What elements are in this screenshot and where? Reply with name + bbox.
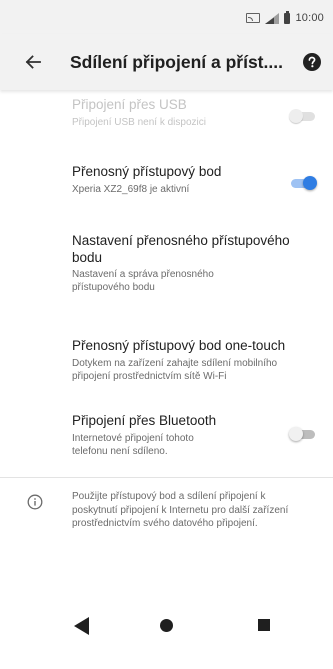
bluetooth-tethering-toggle[interactable] xyxy=(289,427,317,441)
back-button[interactable] xyxy=(10,34,56,90)
usb-tethering-toggle xyxy=(289,109,317,123)
arrow-back-icon xyxy=(25,55,41,69)
setting-hotspot-configuration[interactable]: Nastavení přenosného přístupového bodu N… xyxy=(0,224,333,304)
setting-subtitle: Internetové připojení tohoto telefonu ne… xyxy=(72,433,194,457)
cast-icon xyxy=(246,13,261,23)
setting-subtitle: Xperia XZ2_69f8 je aktivní xyxy=(72,184,190,195)
setting-portable-hotspot[interactable]: Přenosný přístupový bod Xperia XZ2_69f8 … xyxy=(0,152,333,212)
help-icon xyxy=(303,53,321,71)
setting-subtitle: Nastavení a správa přenosného přístupové… xyxy=(72,269,214,293)
home-circle-icon[interactable] xyxy=(160,619,173,632)
back-triangle-icon[interactable] xyxy=(74,617,90,635)
setting-usb-tethering: Připojení přes USB Připojení USB není k … xyxy=(0,92,333,150)
info-icon xyxy=(27,494,43,510)
setting-title: Přenosný přístupový bod xyxy=(72,164,222,179)
app-bar: Sdílení připojení a příst.... xyxy=(0,34,333,90)
setting-bluetooth-tethering[interactable]: Připojení přes Bluetooth Internetové při… xyxy=(0,402,333,472)
page-title: Sdílení připojení a příst.... xyxy=(70,51,283,72)
setting-title: Nastavení přenosného přístupového bodu xyxy=(72,233,290,265)
info-text: Použijte přístupový bod a sdílení připoj… xyxy=(72,491,289,529)
signal-icon xyxy=(265,12,280,24)
recents-square-icon[interactable] xyxy=(258,619,270,631)
setting-title: Připojení přes USB xyxy=(72,97,187,112)
setting-title: Připojení přes Bluetooth xyxy=(72,413,217,428)
setting-subtitle: Připojení USB není k dispozici xyxy=(72,117,206,128)
status-time: 10:00 xyxy=(295,12,324,24)
setting-title: Přenosný přístupový bod one-touch xyxy=(72,338,286,353)
battery-icon xyxy=(284,10,291,24)
help-button[interactable] xyxy=(300,50,324,74)
setting-one-touch-hotspot[interactable]: Přenosný přístupový bod one-touch Dotyke… xyxy=(0,322,333,400)
divider xyxy=(0,477,333,478)
status-bar: 10:00 xyxy=(0,0,333,34)
setting-subtitle: Dotykem na zařízení zahajte sdílení mobi… xyxy=(72,358,278,382)
portable-hotspot-toggle[interactable] xyxy=(289,176,317,190)
screen: 10:00 Sdílení připojení a příst.... Přip… xyxy=(0,0,333,669)
navigation-bar xyxy=(0,601,333,669)
status-icons: 10:00 xyxy=(246,10,324,24)
